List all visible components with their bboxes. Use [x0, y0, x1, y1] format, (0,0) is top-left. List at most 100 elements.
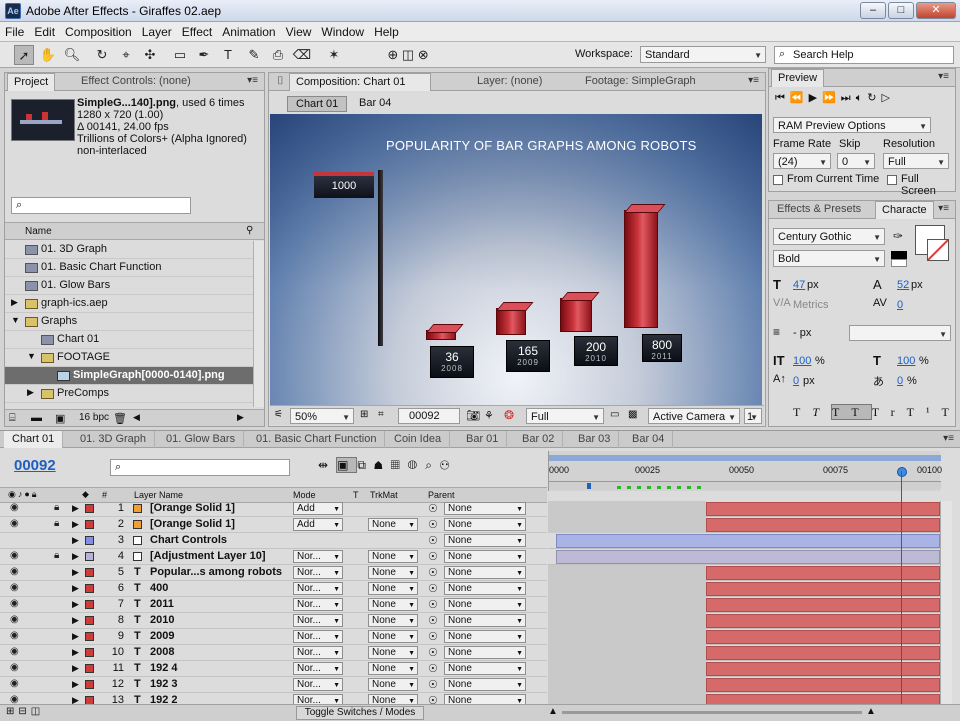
- layer-row[interactable]: ◉ ▶ 11 T 192 4 Nor... None ☉ None: [0, 661, 547, 677]
- layer-track[interactable]: [548, 629, 940, 645]
- blend-mode-select[interactable]: Nor...: [293, 646, 343, 659]
- black-swatch[interactable]: [891, 251, 907, 259]
- expand-arrow-icon[interactable]: ▶: [27, 387, 34, 398]
- layer-name[interactable]: [Orange Solid 1]: [150, 502, 235, 514]
- visibility-eye-icon[interactable]: ◉: [10, 502, 19, 513]
- label-color-swatch[interactable]: [85, 520, 94, 529]
- menu-help[interactable]: Help: [369, 22, 404, 42]
- parent-select[interactable]: None: [444, 550, 526, 563]
- list-item[interactable]: ▶ graph-ics.aep: [5, 295, 253, 313]
- faux-bold-icon[interactable]: T: [793, 405, 812, 419]
- loop-icon[interactable]: ↻: [867, 92, 881, 104]
- pickwhip-icon[interactable]: ☉: [428, 694, 438, 704]
- bpc-label[interactable]: 16 bpc: [79, 412, 109, 423]
- puppet-tool-icon[interactable]: ✶: [324, 45, 344, 65]
- pickwhip-icon[interactable]: ☉: [428, 566, 438, 579]
- tsume-value[interactable]: 0: [897, 375, 903, 387]
- blend-mode-select[interactable]: Nor...: [293, 630, 343, 643]
- breadcrumb-bar04[interactable]: Bar 04: [359, 97, 391, 109]
- safe-zones-icon[interactable]: ⊞: [360, 409, 368, 420]
- panel-menu-icon[interactable]: ▾≡: [748, 75, 759, 86]
- audio-icon[interactable]: 🔈︎: [856, 92, 868, 104]
- from-current-checkbox[interactable]: [773, 175, 783, 185]
- layer-duration-bar[interactable]: [706, 502, 940, 516]
- twirl-arrow-icon[interactable]: ▶: [72, 679, 79, 690]
- layer-duration-bar[interactable]: [706, 646, 940, 660]
- channel-icon[interactable]: ❂: [504, 408, 514, 422]
- menu-layer[interactable]: Layer: [137, 22, 177, 42]
- superscript-icon[interactable]: T¹: [907, 405, 942, 419]
- visibility-eye-icon[interactable]: ◉: [10, 694, 19, 704]
- layer-row[interactable]: ◉ ▶ 8T 2010 Nor... None ☉ None: [0, 613, 547, 629]
- label-color-swatch[interactable]: [85, 696, 94, 704]
- tab-bar04[interactable]: Bar 04: [624, 431, 674, 448]
- blend-mode-select[interactable]: Nor...: [293, 694, 343, 704]
- parent-select[interactable]: None: [444, 598, 526, 611]
- label-color-swatch[interactable]: [85, 680, 94, 689]
- tab-effects-presets[interactable]: Effects & Presets: [771, 201, 867, 219]
- brainstorm-icon[interactable]: ⚇: [440, 458, 458, 472]
- playhead-line[interactable]: [901, 471, 902, 704]
- baseline-shift-value[interactable]: 0: [793, 375, 799, 387]
- tab-bar02[interactable]: Bar 02: [514, 431, 564, 448]
- minimize-button[interactable]: –: [860, 2, 886, 19]
- layer-track[interactable]: [548, 661, 940, 677]
- rotate-tool-icon[interactable]: ↻: [92, 45, 112, 65]
- layer-row[interactable]: ◉ ▶ 13 T 192 2 Nor... None ☉ None: [0, 693, 547, 704]
- always-preview-icon[interactable]: ⚟: [274, 409, 283, 420]
- label-color-swatch[interactable]: [85, 504, 94, 513]
- tab-basic-chart[interactable]: 01. Basic Chart Function: [248, 431, 386, 448]
- tab-layer[interactable]: Layer: (none): [471, 73, 548, 91]
- menu-view[interactable]: View: [281, 22, 317, 42]
- stroke-width-value[interactable]: - px: [793, 327, 811, 339]
- visibility-eye-icon[interactable]: ◉: [10, 630, 19, 641]
- lock-icon[interactable]: 🔒︎: [54, 502, 59, 513]
- trkmat-select[interactable]: None: [368, 630, 418, 643]
- layer-duration-bar[interactable]: [706, 566, 940, 580]
- trkmat-select[interactable]: None: [368, 694, 418, 704]
- visibility-eye-icon[interactable]: ◉: [10, 614, 19, 625]
- tab-effect-controls[interactable]: Effect Controls: (none): [75, 73, 241, 91]
- layer-name[interactable]: 400: [150, 582, 168, 594]
- time-ruler[interactable]: 0000 00025 00050 00075 00100: [548, 451, 942, 491]
- font-size-value[interactable]: 47: [793, 279, 805, 291]
- visibility-eye-icon[interactable]: ◉: [10, 646, 19, 657]
- label-color-swatch[interactable]: [85, 648, 94, 657]
- pickwhip-icon[interactable]: ☉: [428, 662, 438, 675]
- trkmat-select[interactable]: None: [368, 678, 418, 691]
- menu-effect[interactable]: Effect: [177, 22, 217, 42]
- layer-duration-bar[interactable]: [706, 598, 940, 612]
- project-scrollbar[interactable]: [253, 241, 264, 407]
- layer-duration-bar[interactable]: [706, 678, 940, 692]
- parent-select[interactable]: None: [444, 646, 526, 659]
- layer-name[interactable]: 2009: [150, 630, 174, 642]
- blend-mode-select[interactable]: Nor...: [293, 598, 343, 611]
- label-color-swatch[interactable]: [85, 616, 94, 625]
- layer-name[interactable]: 2008: [150, 646, 174, 658]
- pickwhip-icon[interactable]: ☉: [428, 502, 438, 515]
- layer-duration-bar[interactable]: [556, 550, 940, 564]
- blend-mode-select[interactable]: Nor...: [293, 662, 343, 675]
- close-button[interactable]: ✕: [916, 2, 956, 19]
- zoom-out-icon[interactable]: ▲: [548, 706, 558, 717]
- zoom-slider[interactable]: [562, 711, 862, 714]
- stroke-style-select[interactable]: [849, 325, 951, 341]
- brush-tool-icon[interactable]: ✎: [244, 45, 264, 65]
- small-caps-icon[interactable]: Tr: [872, 405, 907, 419]
- layer-name[interactable]: 2011: [150, 598, 174, 610]
- subscript-icon[interactable]: T₁: [942, 405, 960, 419]
- layer-row[interactable]: ◉ ▶ 9T 2009 Nor... None ☉ None: [0, 629, 547, 645]
- composition-viewer[interactable]: POPULARITY OF BAR GRAPHS AMONG ROBOTS 10…: [270, 114, 762, 405]
- trkmat-select[interactable]: None: [368, 646, 418, 659]
- timeline-search-input[interactable]: ⌕: [110, 459, 290, 476]
- pen-tool-icon[interactable]: ✒: [194, 45, 214, 65]
- font-family-select[interactable]: Century Gothic: [773, 228, 885, 245]
- horizontal-scale-value[interactable]: 100: [897, 355, 915, 367]
- list-item[interactable]: 01. Basic Chart Function: [5, 259, 253, 277]
- shy-icon[interactable]: ☗: [374, 458, 391, 472]
- parent-select[interactable]: None: [444, 566, 526, 579]
- playhead-handle[interactable]: [897, 467, 907, 477]
- blend-mode-select[interactable]: Nor...: [293, 678, 343, 691]
- list-item-selected[interactable]: SimpleGraph[0000-0140].png: [5, 367, 253, 385]
- parent-select[interactable]: None: [444, 662, 526, 675]
